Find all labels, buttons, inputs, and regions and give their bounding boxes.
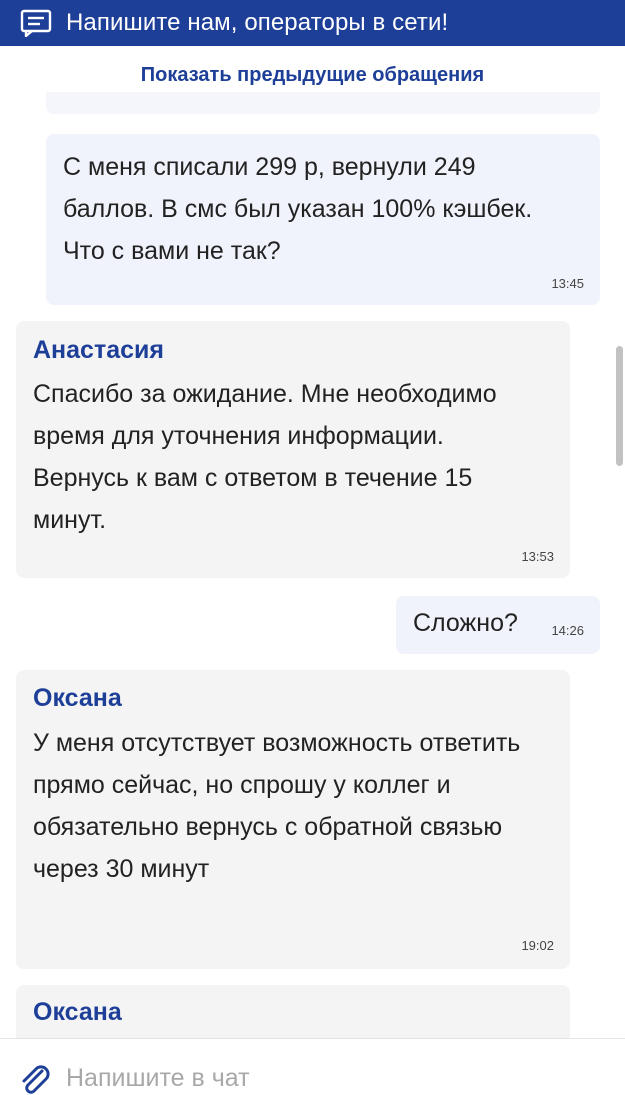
- message-text: С меня списали 299 р, вернули 249 баллов…: [63, 153, 533, 265]
- user-message: С меня списали 299 р, вернули 249 баллов…: [46, 134, 600, 305]
- message-text: У меня отсутствует возможность ответить …: [33, 729, 521, 883]
- message-author: Анастасия: [33, 336, 164, 364]
- show-previous-link[interactable]: Показать предыдущие обращения: [0, 64, 625, 87]
- message-time: 13:45: [551, 276, 584, 291]
- message-author: Оксана: [33, 998, 122, 1026]
- chat-input[interactable]: Напишите в чат: [66, 1064, 250, 1093]
- previous-message-fragment: [46, 92, 600, 114]
- operator-message: Оксана: [16, 985, 570, 1045]
- message-time: 19:02: [521, 938, 554, 953]
- message-time: 13:53: [521, 549, 554, 564]
- paperclip-icon[interactable]: [18, 1065, 50, 1095]
- header-title: Напишите нам, операторы в сети!: [66, 9, 449, 36]
- chat-header: Напишите нам, операторы в сети!: [0, 0, 625, 46]
- operator-message: Оксана У меня отсутствует возможность от…: [16, 670, 570, 969]
- message-input-bar: Напишите в чат: [0, 1038, 625, 1094]
- message-time: 14:26: [551, 623, 584, 638]
- message-author: Оксана: [33, 684, 122, 712]
- user-message: Сложно? 14:26: [396, 596, 600, 654]
- operator-message: Анастасия Спасибо за ожидание. Мне необх…: [16, 321, 570, 578]
- scrollbar[interactable]: [616, 346, 623, 466]
- chat-icon: [20, 9, 52, 37]
- message-text: Спасибо за ожидание. Мне необходимо врем…: [33, 380, 497, 534]
